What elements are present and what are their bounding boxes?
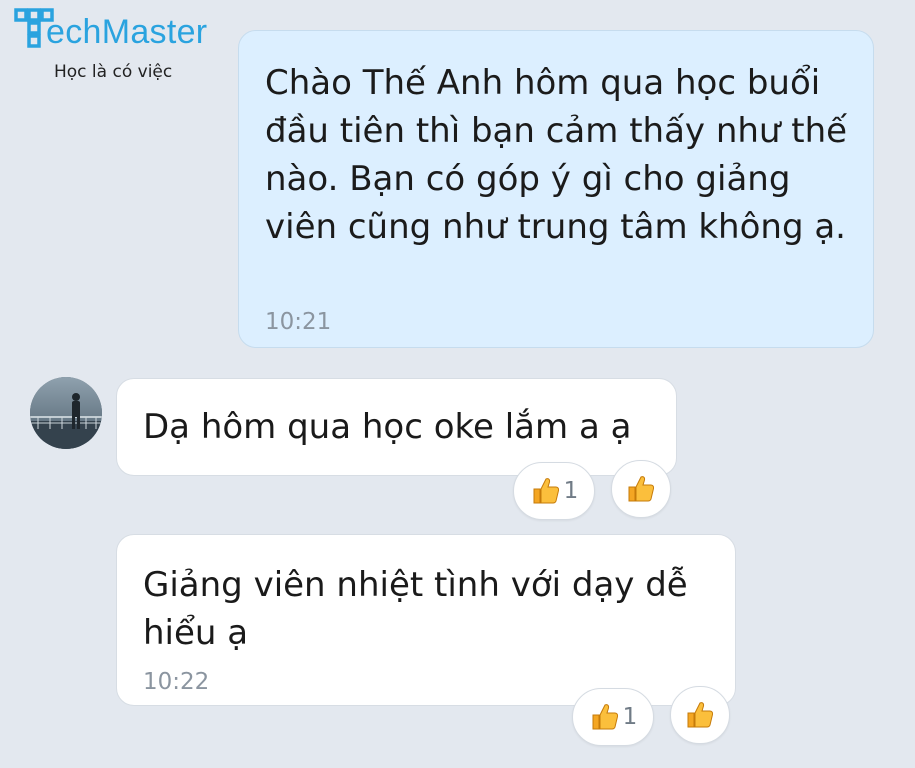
thumbs-up-icon [533, 478, 559, 504]
message-bubble-received[interactable]: Dạ hôm qua học oke lắm a ạ [116, 378, 677, 476]
message-time: 10:22 [143, 669, 210, 695]
message-bubble-received[interactable]: Giảng viên nhiệt tình với dạy dễ hiểu ạ … [116, 534, 736, 706]
thumbs-up-icon [687, 702, 714, 728]
techmaster-logo: echMaster Học là có việc [14, 6, 244, 86]
logo-grid-icon [14, 8, 56, 52]
thumbs-up-icon [592, 704, 618, 730]
avatar[interactable] [30, 377, 102, 449]
logo-tagline: Học là có việc [54, 62, 173, 82]
reaction-count: 1 [563, 478, 579, 504]
message-text: Chào Thế Anh hôm qua học buổi đầu tiên t… [265, 63, 848, 247]
message-time: 10:21 [265, 309, 332, 335]
logo-brand-text: echMaster [46, 12, 208, 51]
add-reaction-button[interactable] [611, 460, 671, 518]
add-reaction-button[interactable] [670, 686, 730, 744]
reaction-count-badge[interactable]: 1 [572, 688, 654, 746]
reaction-count-badge[interactable]: 1 [513, 462, 595, 520]
thumbs-up-icon [628, 476, 655, 502]
message-text: Giảng viên nhiệt tình với dạy dễ hiểu ạ [143, 565, 688, 653]
message-text: Dạ hôm qua học oke lắm a ạ [143, 407, 632, 447]
reaction-count: 1 [622, 704, 638, 730]
message-bubble-sent[interactable]: Chào Thế Anh hôm qua học buổi đầu tiên t… [238, 30, 874, 348]
